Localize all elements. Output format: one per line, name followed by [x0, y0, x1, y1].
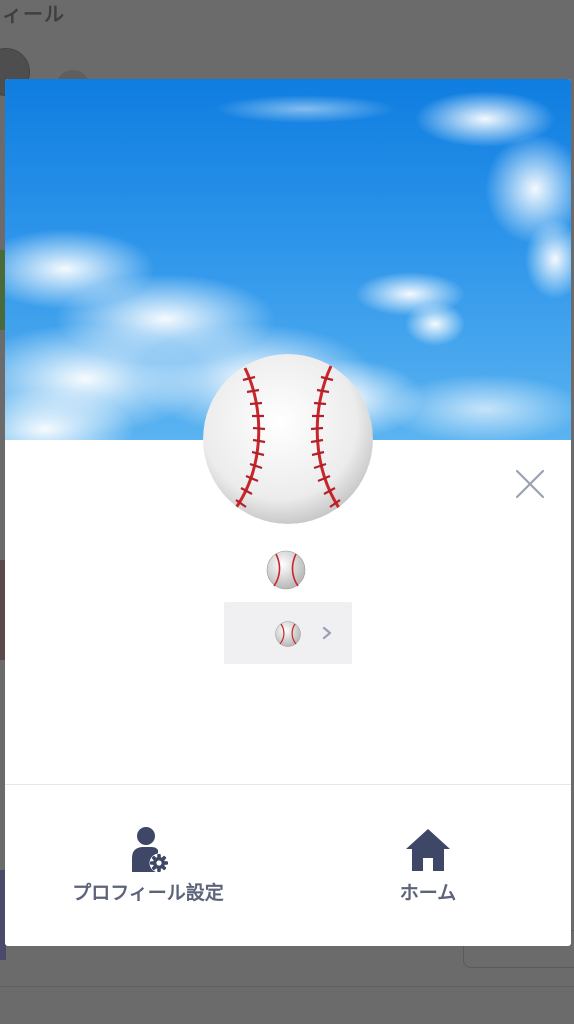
profile-avatar[interactable]	[203, 354, 373, 524]
close-icon	[515, 469, 545, 499]
home-button[interactable]: ホーム	[353, 824, 503, 914]
home-label: ホーム	[399, 882, 457, 904]
background-divider	[0, 986, 574, 987]
home-icon	[406, 829, 450, 871]
person-gear-icon	[132, 827, 169, 873]
profile-popup: プロフィール設定 ホーム	[5, 79, 571, 946]
baseball-icon	[266, 550, 306, 590]
baseball-icon	[203, 354, 373, 524]
profile-name	[266, 550, 306, 590]
profile-settings-label: プロフィール設定	[72, 882, 224, 904]
section-divider	[5, 784, 571, 785]
close-button[interactable]	[513, 467, 547, 501]
background-title: ィール	[2, 2, 65, 26]
baseball-icon	[275, 621, 301, 647]
chevron-right-icon	[322, 626, 332, 640]
status-message-button[interactable]	[224, 602, 352, 664]
profile-settings-button[interactable]: プロフィール設定	[53, 824, 243, 914]
